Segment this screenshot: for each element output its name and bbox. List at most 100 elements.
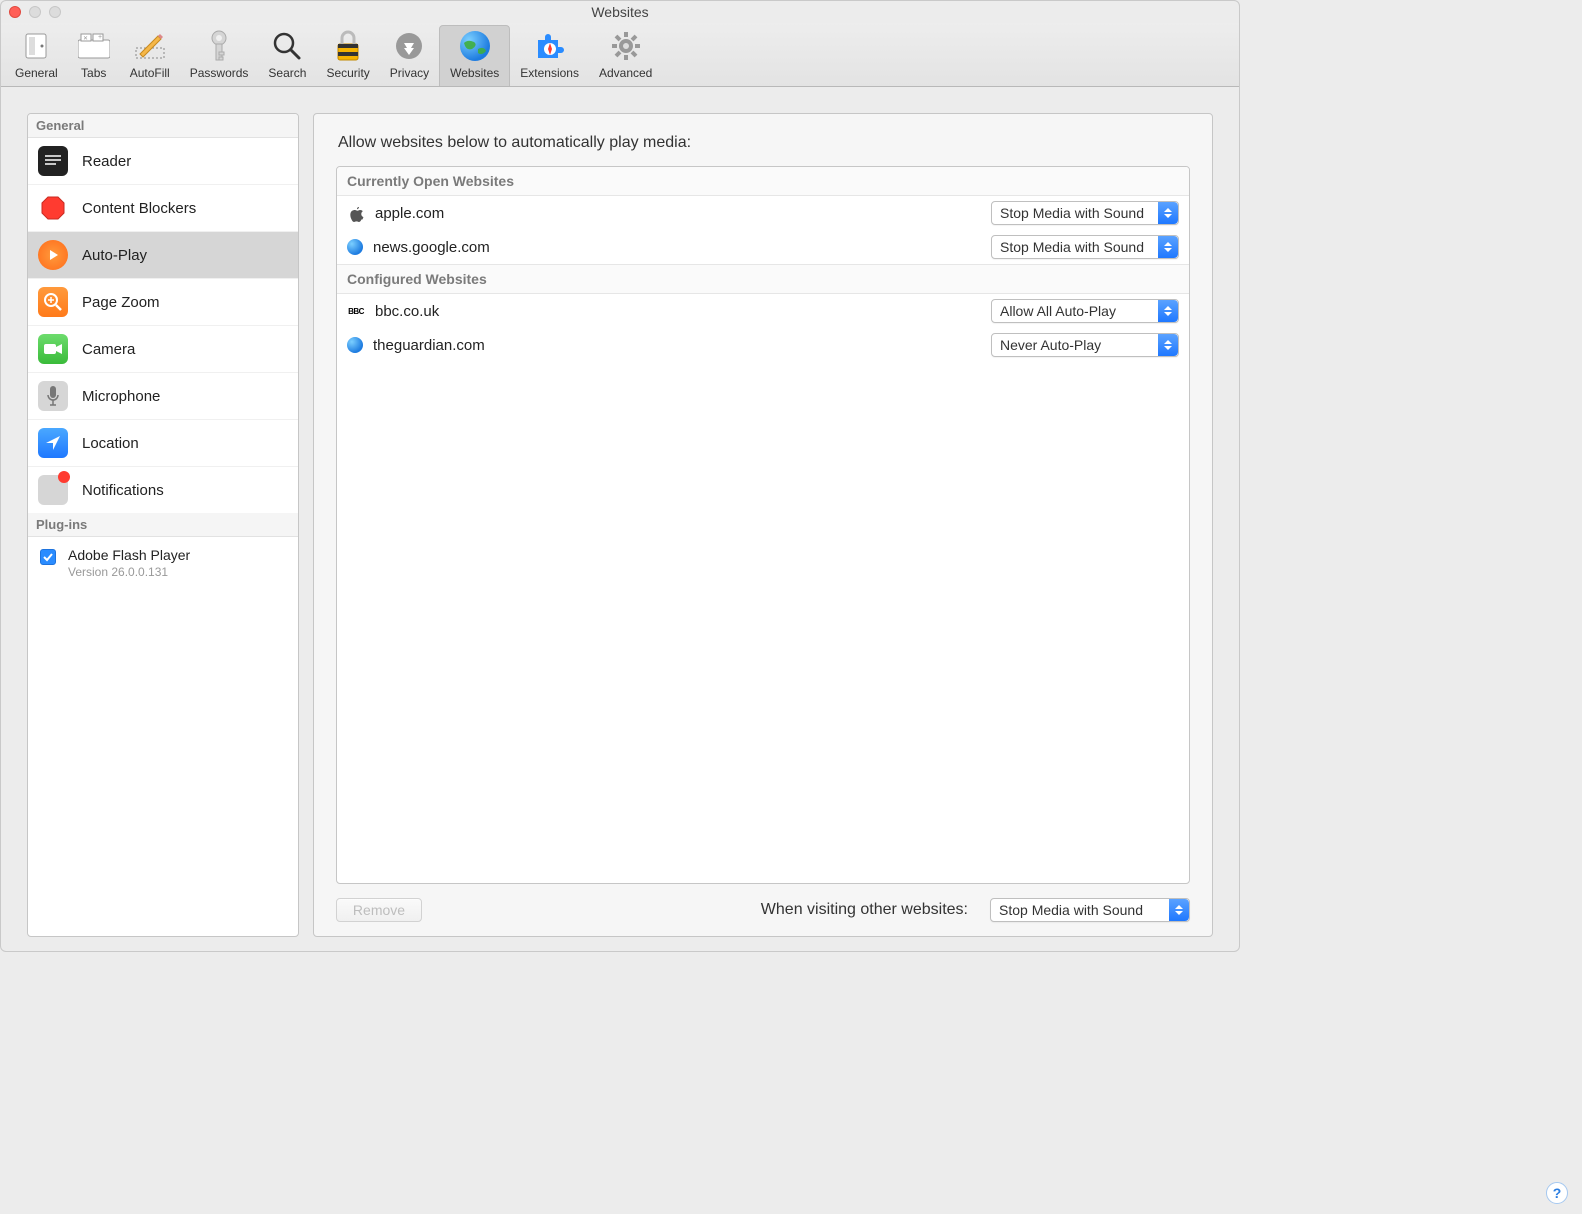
site-row[interactable]: apple.com Stop Media with Sound <box>337 196 1189 230</box>
select-value: Stop Media with Sound <box>1000 239 1144 255</box>
apple-favicon <box>347 204 365 222</box>
preferences-window: Websites General ✕+ Tabs AutoFill Passwo… <box>0 0 1240 952</box>
notification-badge-icon <box>58 471 70 483</box>
advanced-icon <box>610 30 642 62</box>
toolbar-tabs-label: Tabs <box>81 66 106 80</box>
zoom-window-button[interactable] <box>49 6 61 18</box>
sidebar-plugin-flash[interactable]: Adobe Flash Player Version 26.0.0.131 <box>28 537 298 589</box>
sidebar-item-page-zoom[interactable]: Page Zoom <box>28 278 298 325</box>
select-value: Stop Media with Sound <box>999 902 1143 918</box>
sidebar-item-camera[interactable]: Camera <box>28 325 298 372</box>
microphone-icon <box>38 381 68 411</box>
sidebar-item-label: Camera <box>82 341 135 358</box>
toolbar-security-label: Security <box>326 66 369 80</box>
plugin-version: Version 26.0.0.131 <box>68 565 190 579</box>
toolbar-passwords[interactable]: Passwords <box>180 26 259 86</box>
section-configured: Configured Websites <box>337 264 1189 294</box>
site-setting-select[interactable]: Allow All Auto-Play <box>991 299 1179 323</box>
sidebar-item-label: Content Blockers <box>82 200 196 217</box>
extensions-icon <box>534 30 566 62</box>
chevron-updown-icon <box>1158 334 1178 356</box>
sidebar-item-label: Reader <box>82 153 131 170</box>
main-panel: Allow websites below to automatically pl… <box>313 113 1213 937</box>
toolbar-general[interactable]: General <box>5 26 68 86</box>
toolbar-websites[interactable]: Websites <box>439 25 510 86</box>
autofill-icon <box>134 30 166 62</box>
chevron-updown-icon <box>1158 202 1178 224</box>
sidebar-item-label: Auto-Play <box>82 247 147 264</box>
site-row[interactable]: news.google.com Stop Media with Sound <box>337 230 1189 264</box>
sidebar-item-label: Page Zoom <box>82 294 160 311</box>
toolbar-tabs[interactable]: ✕+ Tabs <box>68 26 120 86</box>
location-icon <box>38 428 68 458</box>
page-zoom-icon <box>38 287 68 317</box>
toolbar-extensions[interactable]: Extensions <box>510 26 589 86</box>
toolbar-websites-label: Websites <box>450 66 499 80</box>
globe-favicon <box>347 337 363 353</box>
sidebar-item-auto-play[interactable]: Auto-Play <box>28 231 298 278</box>
toolbar-advanced-label: Advanced <box>599 66 652 80</box>
window-title: Websites <box>1 4 1239 20</box>
site-setting-select[interactable]: Stop Media with Sound <box>991 201 1179 225</box>
toolbar: General ✕+ Tabs AutoFill Passwords Searc… <box>1 23 1239 87</box>
toolbar-privacy[interactable]: Privacy <box>380 26 439 86</box>
sidebar-item-content-blockers[interactable]: Content Blockers <box>28 184 298 231</box>
toolbar-security[interactable]: Security <box>316 26 379 86</box>
site-domain: bbc.co.uk <box>375 303 981 320</box>
plugin-info: Adobe Flash Player Version 26.0.0.131 <box>68 547 190 579</box>
main-heading: Allow websites below to automatically pl… <box>338 134 1190 152</box>
security-icon <box>332 30 364 62</box>
content-area: General Reader Content Blockers Auto-Pla… <box>1 87 1239 951</box>
bbc-favicon: BBC <box>347 302 365 320</box>
window-controls <box>9 6 61 18</box>
reader-icon <box>38 146 68 176</box>
chevron-updown-icon <box>1158 300 1178 322</box>
site-domain: theguardian.com <box>373 337 981 354</box>
site-domain: news.google.com <box>373 239 981 256</box>
remove-button[interactable]: Remove <box>336 898 422 922</box>
sidebar-item-microphone[interactable]: Microphone <box>28 372 298 419</box>
other-websites-label: When visiting other websites: <box>761 901 968 919</box>
sidebar-item-label: Notifications <box>82 482 164 499</box>
close-window-button[interactable] <box>9 6 21 18</box>
toolbar-autofill[interactable]: AutoFill <box>120 26 180 86</box>
site-setting-select[interactable]: Stop Media with Sound <box>991 235 1179 259</box>
toolbar-autofill-label: AutoFill <box>130 66 170 80</box>
chevron-updown-icon <box>1158 236 1178 258</box>
toolbar-advanced[interactable]: Advanced <box>589 26 662 86</box>
site-domain: apple.com <box>375 205 981 222</box>
websites-icon <box>459 30 491 62</box>
passwords-icon <box>203 30 235 62</box>
svg-text:+: + <box>98 34 102 41</box>
search-icon <box>271 30 303 62</box>
svg-text:✕: ✕ <box>83 36 88 42</box>
sidebar-item-label: Microphone <box>82 388 160 405</box>
general-icon <box>20 30 52 62</box>
site-row[interactable]: theguardian.com Never Auto-Play <box>337 328 1189 362</box>
minimize-window-button[interactable] <box>29 6 41 18</box>
site-row[interactable]: BBC bbc.co.uk Allow All Auto-Play <box>337 294 1189 328</box>
toolbar-privacy-label: Privacy <box>390 66 429 80</box>
footer-row: Remove When visiting other websites: Sto… <box>336 884 1190 922</box>
help-glyph: ? <box>1553 1185 1562 1201</box>
sidebar-section-general: General <box>28 114 298 138</box>
plugin-checkbox[interactable] <box>40 549 56 565</box>
sidebar-item-notifications[interactable]: Notifications <box>28 466 298 513</box>
auto-play-icon <box>38 240 68 270</box>
toolbar-search[interactable]: Search <box>258 26 316 86</box>
tabs-icon: ✕+ <box>78 30 110 62</box>
site-setting-select[interactable]: Never Auto-Play <box>991 333 1179 357</box>
help-button[interactable]: ? <box>1546 1182 1568 1204</box>
sidebar-item-label: Location <box>82 435 139 452</box>
sidebar-section-plugins: Plug-ins <box>28 513 298 537</box>
toolbar-search-label: Search <box>268 66 306 80</box>
sidebar: General Reader Content Blockers Auto-Pla… <box>27 113 299 937</box>
sidebar-item-reader[interactable]: Reader <box>28 138 298 184</box>
other-websites-select[interactable]: Stop Media with Sound <box>990 898 1190 922</box>
select-value: Stop Media with Sound <box>1000 205 1144 221</box>
sidebar-item-location[interactable]: Location <box>28 419 298 466</box>
content-blockers-icon <box>38 193 68 223</box>
section-currently-open: Currently Open Websites <box>337 167 1189 196</box>
toolbar-passwords-label: Passwords <box>190 66 249 80</box>
select-value: Allow All Auto-Play <box>1000 303 1116 319</box>
